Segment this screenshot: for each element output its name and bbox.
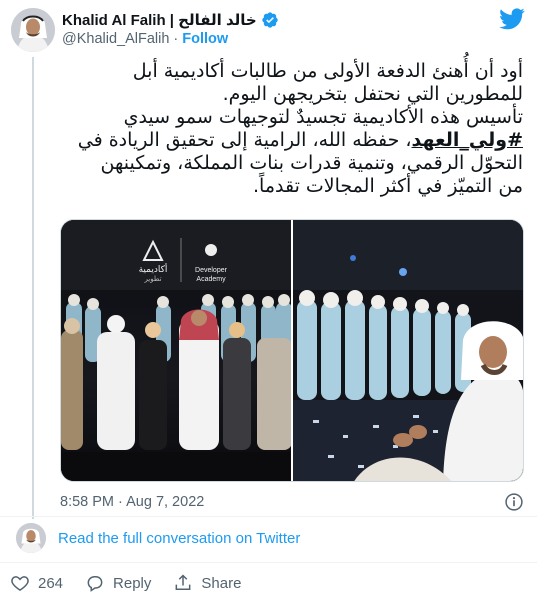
left-sign-en2: Academy	[196, 276, 226, 283]
date: Aug 7, 2022	[126, 494, 205, 510]
like-count: 264	[38, 574, 64, 592]
tweet-line: للمطورين التي نحتفل بتخريجهن اليوم.	[222, 83, 523, 105]
divider	[0, 516, 537, 517]
reply-button[interactable]: Reply	[85, 573, 151, 593]
share-icon	[175, 574, 191, 590]
photo-graduates-stage[interactable]: أكاديمية تطوير Developer Academy	[61, 220, 291, 481]
heart-icon	[11, 576, 29, 591]
handle-row: @Khalid_AlFalih · Follow	[62, 31, 228, 47]
info-icon[interactable]	[504, 492, 524, 512]
author-handle[interactable]: @Khalid_AlFalih	[62, 31, 169, 47]
left-sign-ar: أكاديمية	[139, 263, 168, 275]
share-label: Share	[201, 574, 242, 592]
photo-graduates-applause[interactable]	[293, 220, 523, 481]
tweet-line: تأسيس هذه الأكاديمية تجسيدٌ لتوجيهات سمو…	[123, 106, 523, 128]
tweet-line: التحوّل الرقمي، وتنمية قدرات بنات المملك…	[100, 152, 523, 174]
author-avatar-small[interactable]	[16, 523, 46, 553]
timestamp[interactable]: 8:58 PM · Aug 7, 2022	[60, 494, 204, 510]
action-bar: 264 Reply Share	[10, 572, 241, 594]
separator-dot: ·	[173, 31, 179, 47]
divider	[0, 562, 537, 563]
reply-label: Reply	[113, 574, 152, 592]
media-grid: أكاديمية تطوير Developer Academy	[60, 219, 524, 482]
follow-button[interactable]: Follow	[182, 31, 228, 47]
share-button[interactable]: Share	[173, 573, 241, 593]
hashtag-link[interactable]: #ولي_العهد	[412, 129, 523, 151]
time: 8:58 PM	[60, 494, 114, 510]
tweet-text: أود أن أُهنئ الدفعة الأولى من طالبات أكا…	[60, 60, 523, 198]
tweet-line: أود أن أُهنئ الدفعة الأولى من طالبات أكا…	[132, 60, 523, 82]
verified-badge-icon	[261, 11, 279, 29]
read-conversation-link[interactable]: Read the full conversation on Twitter	[58, 530, 300, 547]
like-button[interactable]: 264	[10, 573, 63, 593]
author-avatar[interactable]	[11, 8, 55, 52]
author-name-row: Khalid Al Falih | خالد الفالح	[62, 10, 279, 30]
timestamp-row: 8:58 PM · Aug 7, 2022	[60, 491, 524, 513]
twitter-bird-icon[interactable]	[499, 8, 525, 30]
author-name[interactable]: Khalid Al Falih | خالد الفالح	[62, 11, 257, 29]
left-sign-ar2: تطوير	[143, 275, 161, 283]
tweet-line-rest: ، حفظه الله، الرامية إلى تحقيق الريادة ف…	[77, 129, 412, 151]
separator-dot: ·	[118, 494, 123, 510]
tweet-line: #ولي_العهد، حفظه الله، الرامية إلى تحقيق…	[60, 129, 523, 152]
left-sign-en1: Developer	[195, 267, 228, 274]
tweet-line: من التميّز في أكثر المجالات تقدماً.	[252, 175, 523, 197]
conversation-row: Read the full conversation on Twitter	[16, 522, 300, 554]
tweet-card: Khalid Al Falih | خالد الفالح @Khalid_Al…	[0, 0, 537, 594]
thread-line	[32, 57, 34, 519]
reply-icon	[87, 576, 103, 592]
